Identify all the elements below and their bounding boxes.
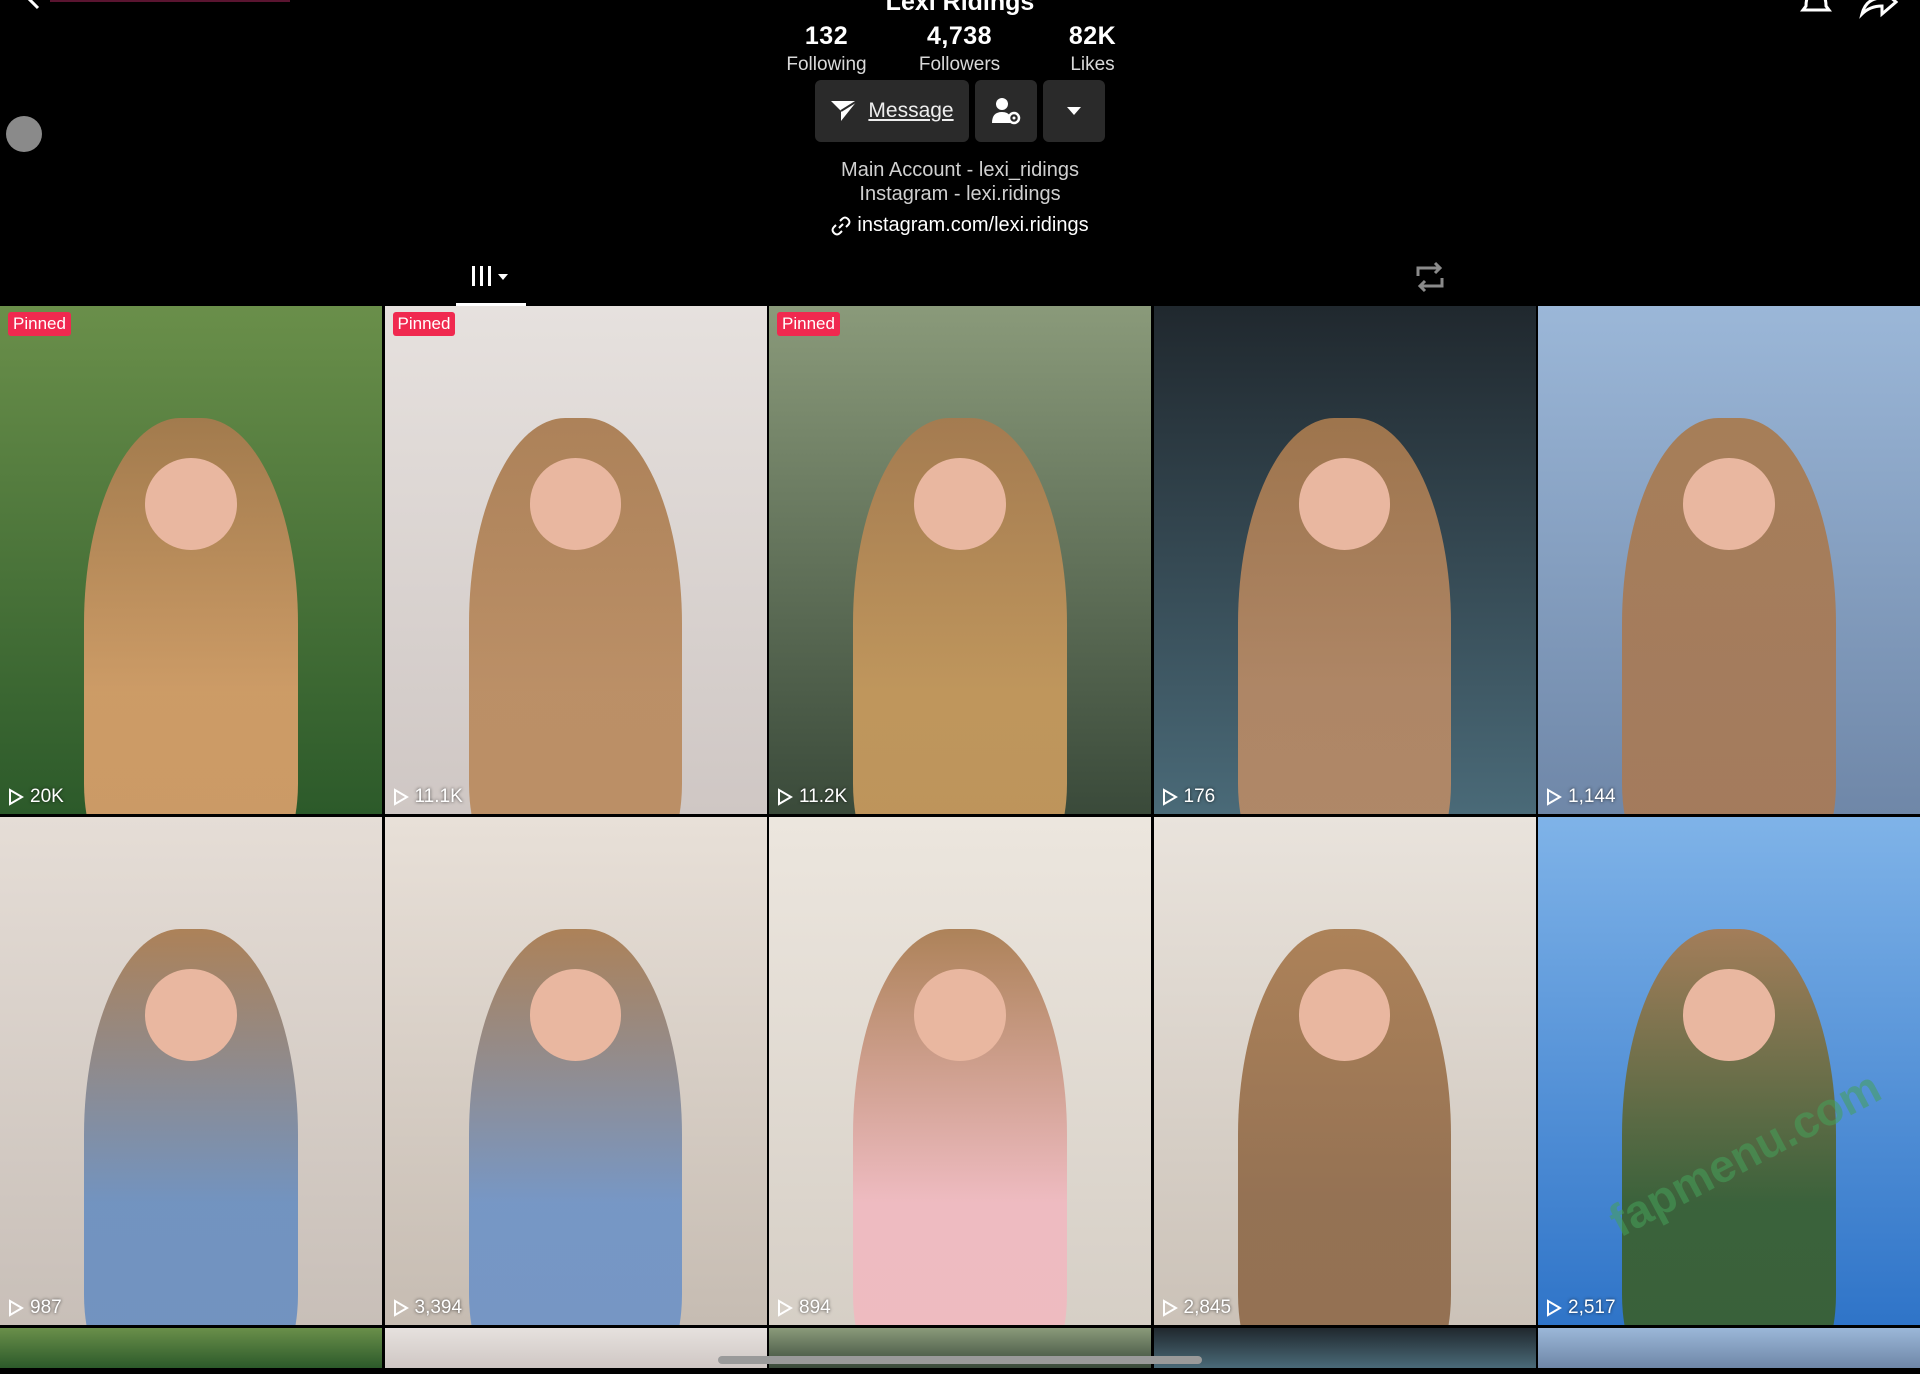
play-icon — [393, 788, 409, 806]
more-options-button[interactable] — [1043, 80, 1105, 142]
video-thumbnail[interactable] — [0, 1328, 382, 1368]
floating-assistive-dot[interactable] — [6, 116, 42, 152]
play-icon — [778, 788, 793, 806]
stat-value: 82K — [1068, 22, 1117, 50]
stat-label: Following — [786, 54, 867, 75]
play-icon — [1547, 1299, 1562, 1317]
thumbnail-face — [529, 969, 622, 1061]
video-thumbnail[interactable] — [1538, 1328, 1920, 1368]
play-icon — [778, 1299, 793, 1317]
thumbnail-face — [914, 458, 1006, 550]
bell-icon[interactable] — [1798, 0, 1834, 18]
thumbnail-image — [384, 1328, 767, 1368]
video-thumbnail[interactable] — [384, 1328, 767, 1368]
view-count: 176 — [1162, 786, 1216, 808]
video-thumbnail[interactable]: Pinned 11.2K — [769, 306, 1151, 814]
video-thumbnail[interactable]: 3,394 — [384, 817, 767, 1325]
tab-videos[interactable] — [456, 256, 526, 306]
bio-line: Instagram - lexi.ridings — [859, 183, 1061, 205]
grid-view-icon — [472, 266, 508, 286]
follow-settings-button[interactable] — [975, 80, 1037, 142]
view-count-value: 1,144 — [1568, 786, 1616, 807]
message-button-label: Message — [868, 99, 954, 122]
pinned-badge: Pinned — [392, 312, 456, 336]
thumbnail-face — [1683, 458, 1775, 550]
home-indicator[interactable] — [718, 1356, 1202, 1364]
stat-value: 132 — [804, 22, 849, 50]
thumbnail-face — [1683, 969, 1775, 1061]
play-icon — [9, 1299, 24, 1317]
bio-link-text: instagram.com/lexi.ridings — [857, 214, 1089, 236]
paper-plane-icon — [831, 100, 858, 121]
stat-label: Followers — [918, 54, 1001, 75]
video-thumbnail[interactable]: Pinned 20K — [0, 306, 382, 814]
pinned-badge: Pinned — [8, 312, 71, 336]
view-count-value: 11.2K — [799, 786, 848, 807]
thumbnail-face — [145, 969, 237, 1061]
video-thumbnail[interactable]: 894 — [769, 817, 1151, 1325]
profile-actions: Message — [815, 80, 1105, 142]
view-count: 20K — [8, 786, 64, 808]
view-count: 2,517 — [1546, 1297, 1616, 1319]
thumbnail-face — [1298, 969, 1391, 1061]
bio-line: Main Account - lexi_ridings — [841, 159, 1079, 181]
stat-label: Likes — [1070, 54, 1115, 75]
view-count-value: 20K — [30, 786, 64, 807]
play-icon — [9, 788, 24, 806]
view-count-value: 894 — [799, 1297, 831, 1318]
play-icon — [393, 1299, 409, 1317]
video-thumbnail[interactable]: 987 — [0, 817, 382, 1325]
thumbnail-image — [1153, 1328, 1536, 1368]
repost-icon[interactable] — [1410, 256, 1450, 300]
view-count-value: 3,394 — [414, 1297, 463, 1318]
stat-following[interactable]: 132 Following — [760, 22, 893, 78]
video-thumbnail[interactable]: 2,845 — [1153, 817, 1536, 1325]
video-thumbnail[interactable]: 176 — [1153, 306, 1536, 814]
play-icon — [1162, 1299, 1178, 1317]
view-count-value: 176 — [1183, 786, 1216, 807]
stat-value: 4,738 — [926, 22, 993, 50]
view-count: 987 — [8, 1297, 62, 1319]
video-thumbnail[interactable]: 1,144 — [1538, 306, 1920, 814]
message-button[interactable]: Message — [815, 80, 969, 142]
share-icon[interactable] — [1858, 0, 1898, 20]
caret-down-icon — [1067, 107, 1081, 115]
play-icon — [1547, 788, 1562, 806]
thumbnail-face — [529, 458, 622, 550]
thumbnail-face — [914, 969, 1006, 1061]
thumbnail-image — [0, 1328, 382, 1368]
thumbnail-face — [1298, 458, 1391, 550]
view-count-value: 2,517 — [1568, 1297, 1616, 1318]
view-count: 894 — [777, 1297, 831, 1319]
thumbnail-image — [1538, 1328, 1920, 1368]
thumbnail-face — [145, 458, 237, 550]
view-count: 1,144 — [1546, 786, 1616, 808]
view-count-value: 2,845 — [1183, 1297, 1232, 1318]
pinned-badge: Pinned — [777, 312, 840, 336]
link-icon — [831, 216, 851, 235]
user-settings-icon — [992, 98, 1021, 125]
profile-title: Lexi Ridings — [885, 0, 1035, 16]
view-count: 11.1K — [393, 786, 463, 808]
video-thumbnail[interactable] — [1153, 1328, 1536, 1368]
video-thumbnail[interactable]: Pinned 11.1K — [384, 306, 767, 814]
bio-link[interactable]: instagram.com/lexi.ridings — [831, 214, 1089, 237]
stat-followers[interactable]: 4,738 Followers — [893, 22, 1026, 78]
view-count-value: 987 — [30, 1297, 62, 1318]
profile-tabs — [0, 256, 1920, 306]
view-count-value: 11.1K — [414, 786, 463, 807]
profile-bio: Main Account - lexi_ridings Instagram - … — [0, 158, 1920, 241]
view-count: 3,394 — [393, 1297, 463, 1319]
view-count: 11.2K — [777, 786, 847, 808]
play-icon — [1162, 788, 1178, 806]
view-count: 2,845 — [1162, 1297, 1232, 1319]
profile-stats: 132 Following 4,738 Followers 82K Likes — [760, 22, 1160, 78]
stat-likes[interactable]: 82K Likes — [1026, 22, 1159, 78]
top-bar: Lexi Ridings — [0, 0, 1920, 20]
